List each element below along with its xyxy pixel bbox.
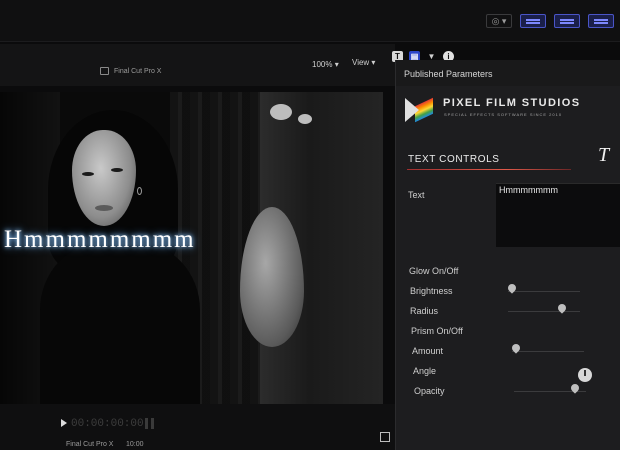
radius-slider[interactable] [508,311,580,312]
viewer-header: Final Cut Pro X 100% ▾ View ▾ [0,44,395,86]
zoom-value: 100% [312,60,333,69]
pixel-film-studios-logo-icon [405,97,435,124]
inspector-header: Published Parameters [396,60,620,86]
layout-timeline-icon[interactable] [554,14,580,28]
play-icon[interactable] [61,419,67,427]
brightness-slider[interactable] [508,291,580,292]
inspector-title: Published Parameters [404,69,493,79]
section-underline [407,169,571,170]
transport-bar: 00:00:00:00 Final Cut Pro X 10:00 [0,404,395,450]
layout-inspector-icon[interactable] [588,14,614,28]
brand-name: PIXEL FILM STUDIOS [443,97,581,109]
pause-icon[interactable] [145,418,154,429]
param-label-prism: Prism On/Off [411,326,463,336]
decor-leaf [298,114,312,124]
viewer-title: Final Cut Pro X [114,68,162,75]
param-label-brightness: Brightness [410,286,453,296]
subject-earring [137,187,142,195]
inspector-panel: Published Parameters PIXEL FILM STUDIOS … [395,60,620,450]
brand-tagline: SPECIAL EFFECTS SOFTWARE SINCE 2010 [444,112,563,117]
amount-slider[interactable] [512,351,584,352]
section-title: TEXT CONTROLS [408,154,500,165]
param-label-angle: Angle [413,366,437,376]
text-field-value: Hmmmmmmm [499,185,558,195]
subject-eye [111,168,123,172]
param-label-opacity: Opacity [414,386,445,396]
view-menu[interactable]: View ▾ [352,58,375,67]
subject-eye [82,172,94,176]
text-tool-icon: T [598,144,610,166]
param-label-amount: Amount [412,346,444,356]
angle-dial[interactable] [578,368,592,382]
subject-lips [95,205,113,211]
text-field[interactable]: Hmmmmmmm [496,183,620,247]
video-viewer[interactable]: Hmmmmmmmm [0,92,383,404]
top-toolbar: ◎ ▾ [0,0,620,42]
subject-body [40,242,200,404]
share-menu-icon[interactable]: ◎ ▾ [486,14,512,28]
project-duration: 10:00 [126,441,144,448]
project-name: Final Cut Pro X [66,441,114,448]
window-controls: ◎ ▾ [486,14,614,28]
text-field-label: Text [408,190,425,200]
title-overlay-text: Hmmmmmmmm [4,226,196,253]
param-label-radius: Radius [410,306,439,316]
view-menu-label: View [352,58,370,67]
zoom-menu[interactable]: 100% ▾ [312,60,339,69]
fullscreen-icon[interactable] [380,432,390,442]
param-label-glow: Glow On/Off [409,266,459,276]
clip-icon [100,67,109,75]
timecode-display: 00:00:00:00 [71,418,144,430]
layout-browser-icon[interactable] [520,14,546,28]
decor-leaf [270,104,292,120]
